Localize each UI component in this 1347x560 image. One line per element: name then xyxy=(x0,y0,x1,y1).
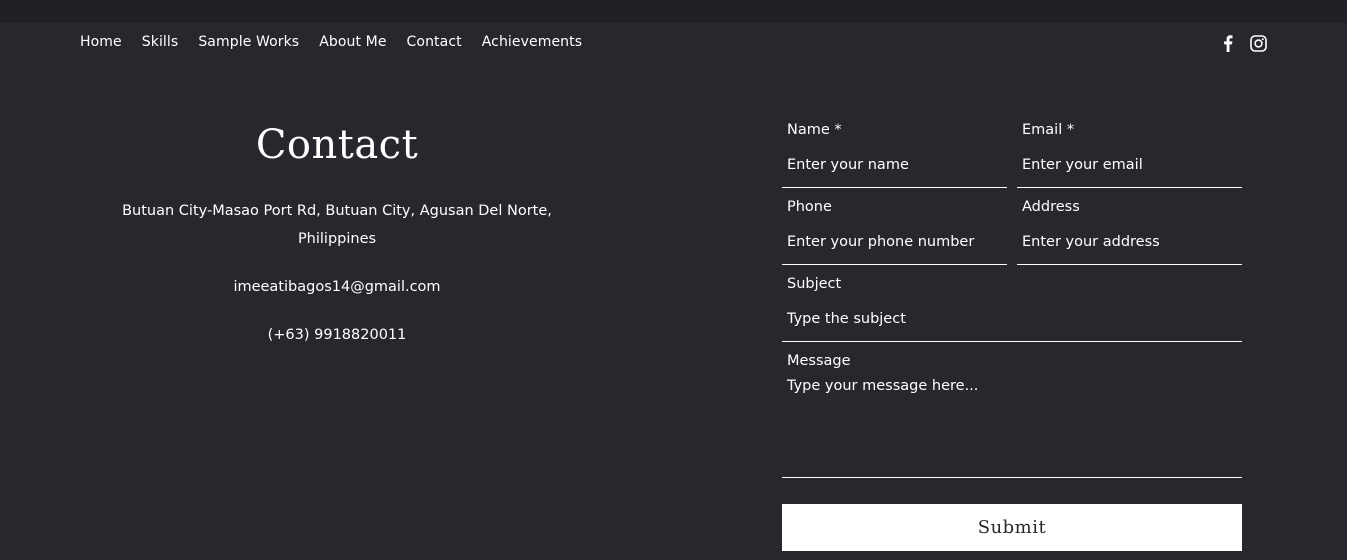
message-label: Message xyxy=(787,353,851,369)
address-input[interactable] xyxy=(1017,219,1242,265)
instagram-icon[interactable] xyxy=(1248,33,1268,53)
name-input[interactable] xyxy=(782,142,1007,188)
address-label: Address xyxy=(1022,199,1080,215)
address-field-group: Address xyxy=(1017,197,1242,267)
nav-skills[interactable]: Skills xyxy=(142,34,179,50)
message-textarea[interactable] xyxy=(782,373,1242,478)
name-field-group: Name * xyxy=(782,120,1007,190)
subject-field-group: Subject xyxy=(782,274,1242,344)
message-field-group: Message xyxy=(782,351,1242,487)
contact-phone[interactable]: (+63) 9918820011 xyxy=(120,321,554,349)
contact-address: Butuan City-Masao Port Rd, Butuan City, … xyxy=(122,203,552,247)
contact-email[interactable]: imeeatibagos14@gmail.com xyxy=(120,273,554,301)
email-input[interactable] xyxy=(1017,142,1242,188)
social-links xyxy=(1218,31,1268,55)
main-nav: Home Skills Sample Works About Me Contac… xyxy=(80,23,582,61)
nav-contact[interactable]: Contact xyxy=(407,34,462,50)
phone-input[interactable] xyxy=(782,219,1007,265)
page-title: Contact xyxy=(255,122,419,168)
submit-button[interactable]: Submit xyxy=(782,504,1242,551)
name-label: Name * xyxy=(787,122,842,138)
subject-label: Subject xyxy=(787,276,842,292)
nav-sample-works[interactable]: Sample Works xyxy=(198,34,299,50)
nav-achievements[interactable]: Achievements xyxy=(482,34,582,50)
phone-field-group: Phone xyxy=(782,197,1007,267)
nav-home[interactable]: Home xyxy=(80,34,122,50)
facebook-icon[interactable] xyxy=(1218,33,1238,53)
top-strip xyxy=(0,0,1347,23)
email-field-group: Email * xyxy=(1017,120,1242,190)
phone-label: Phone xyxy=(787,199,832,215)
email-label: Email * xyxy=(1022,122,1075,138)
nav-about-me[interactable]: About Me xyxy=(319,34,386,50)
subject-input[interactable] xyxy=(782,296,1242,342)
